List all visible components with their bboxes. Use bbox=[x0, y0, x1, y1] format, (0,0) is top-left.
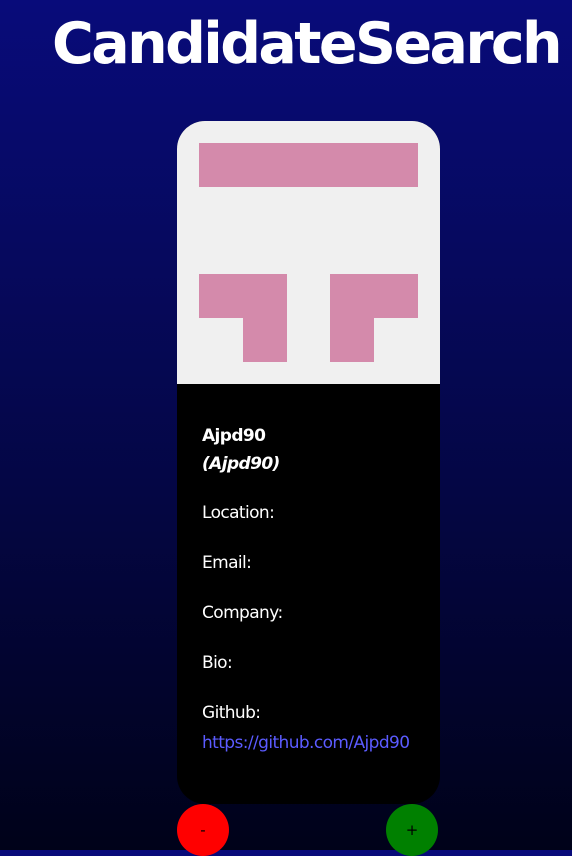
candidate-details: Ajpd90 (Ajpd90) Location: Email: Company… bbox=[202, 422, 438, 758]
accept-candidate-button[interactable]: + bbox=[386, 804, 438, 856]
bio-label: Bio: bbox=[202, 653, 233, 673]
page-title: CandidateSearch bbox=[52, 11, 563, 77]
identicon-image bbox=[199, 143, 418, 362]
github-profile-link[interactable]: https://github.com/Ajpd90 bbox=[202, 728, 438, 758]
location-field: Location: bbox=[202, 498, 438, 528]
company-label: Company: bbox=[202, 603, 283, 623]
email-field: Email: bbox=[202, 548, 438, 578]
github-label: Github: bbox=[202, 703, 261, 723]
bio-field: Bio: bbox=[202, 648, 438, 678]
location-label: Location: bbox=[202, 503, 275, 523]
reject-candidate-button[interactable]: - bbox=[177, 804, 229, 856]
company-field: Company: bbox=[202, 598, 438, 628]
candidate-username: (Ajpd90) bbox=[202, 454, 280, 474]
candidate-name: Ajpd90 bbox=[202, 426, 266, 446]
avatar bbox=[177, 121, 440, 384]
email-label: Email: bbox=[202, 553, 252, 573]
github-field: Github: https://github.com/Ajpd90 bbox=[202, 698, 438, 758]
candidate-card: Ajpd90 (Ajpd90) Location: Email: Company… bbox=[177, 121, 440, 804]
